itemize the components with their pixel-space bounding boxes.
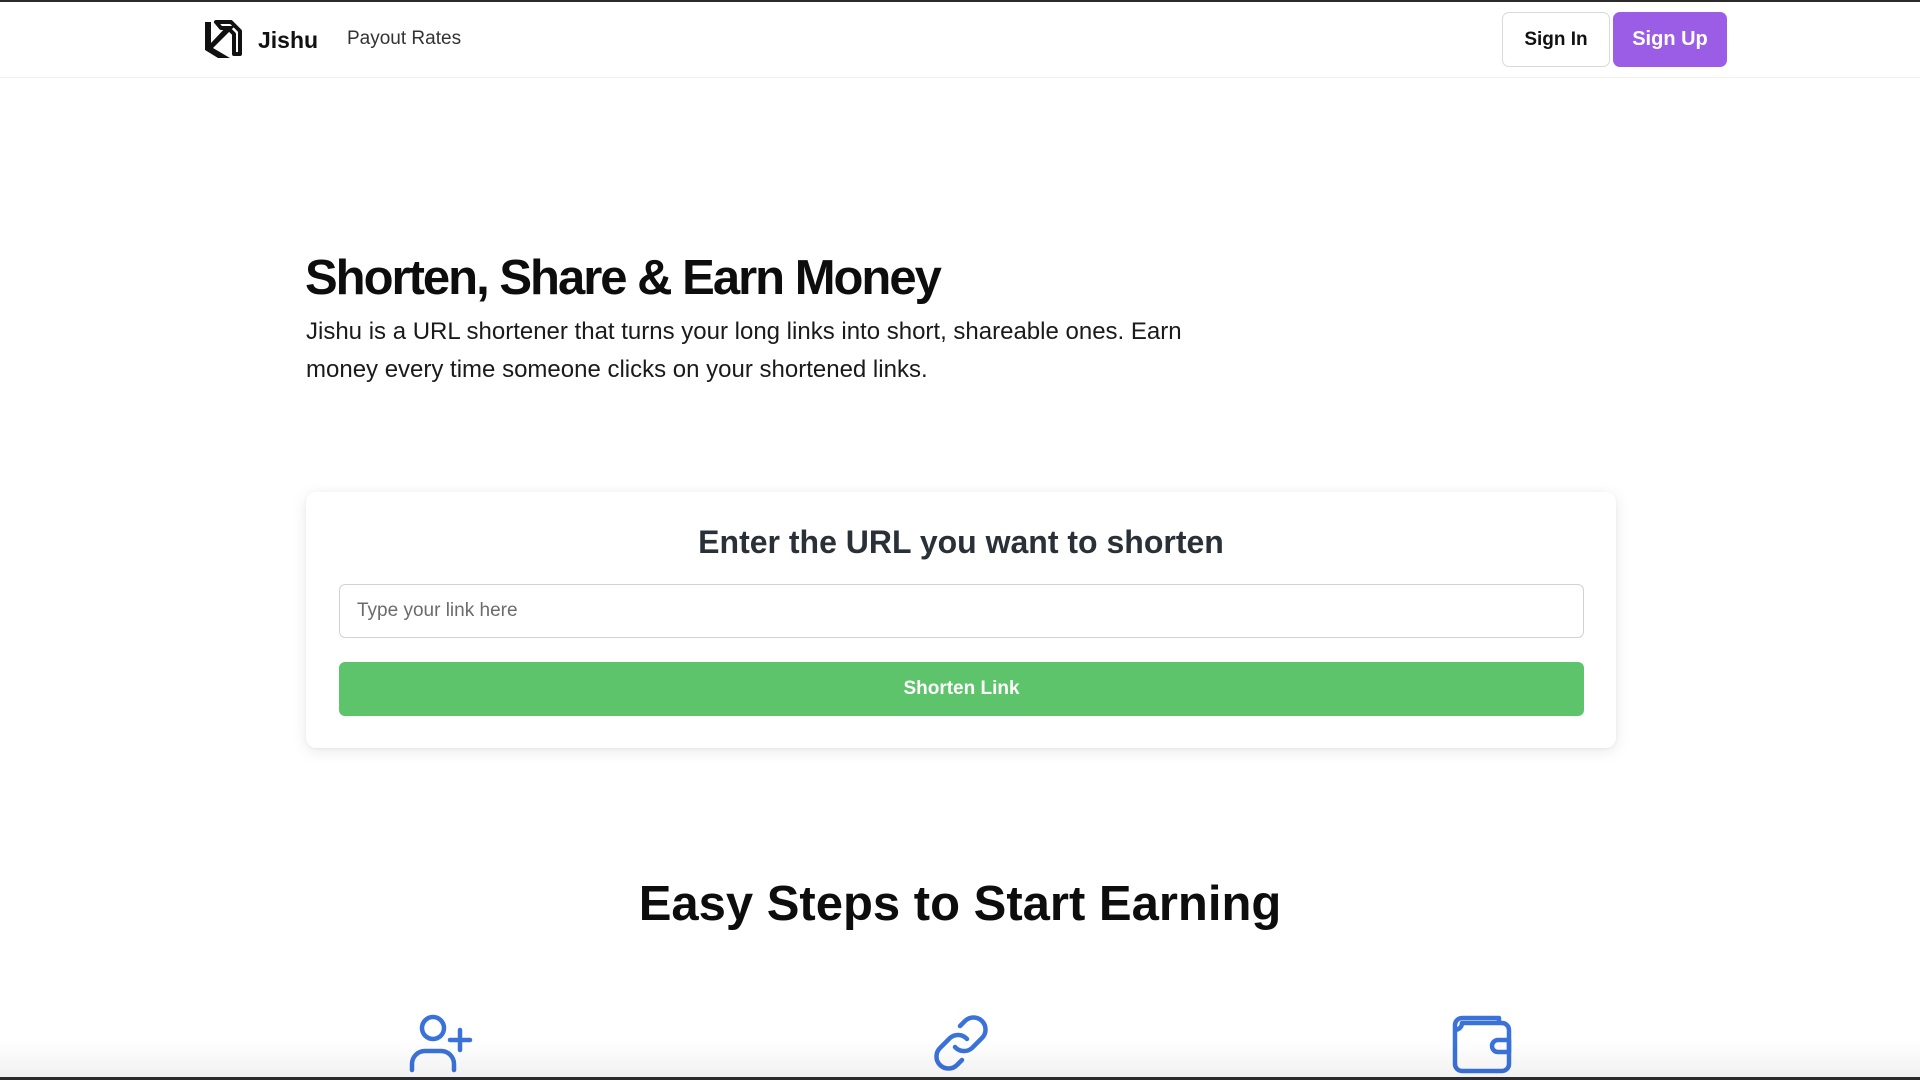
hero-description: Jishu is a URL shortener that turns your…: [306, 318, 1182, 383]
sign-up-button[interactable]: Sign Up: [1613, 12, 1727, 67]
user-plus-icon: [409, 1014, 473, 1073]
steps-title: Easy Steps to Start Earning: [638, 877, 1282, 931]
brand-logo-link[interactable]: Jishu: [200, 18, 318, 62]
url-shortener-card: Enter the URL you want to shorten Shorte…: [306, 492, 1616, 748]
nav-payout-rates-link[interactable]: Payout Rates: [347, 28, 461, 50]
site-header: Jishu Payout Rates Sign In Sign Up: [0, 2, 1920, 78]
brand-name: Jishu: [258, 26, 319, 53]
url-input[interactable]: [339, 584, 1584, 638]
jishu-logo-icon: [205, 20, 242, 58]
hero-title: Shorten, Share & Earn Money: [305, 251, 942, 305]
link-icon: [934, 1015, 988, 1071]
shortener-title: Enter the URL you want to shorten: [698, 524, 1224, 560]
wallet-icon: [1452, 1015, 1512, 1074]
sign-in-button[interactable]: Sign In: [1502, 12, 1610, 67]
shorten-link-button[interactable]: Shorten Link: [339, 662, 1584, 716]
